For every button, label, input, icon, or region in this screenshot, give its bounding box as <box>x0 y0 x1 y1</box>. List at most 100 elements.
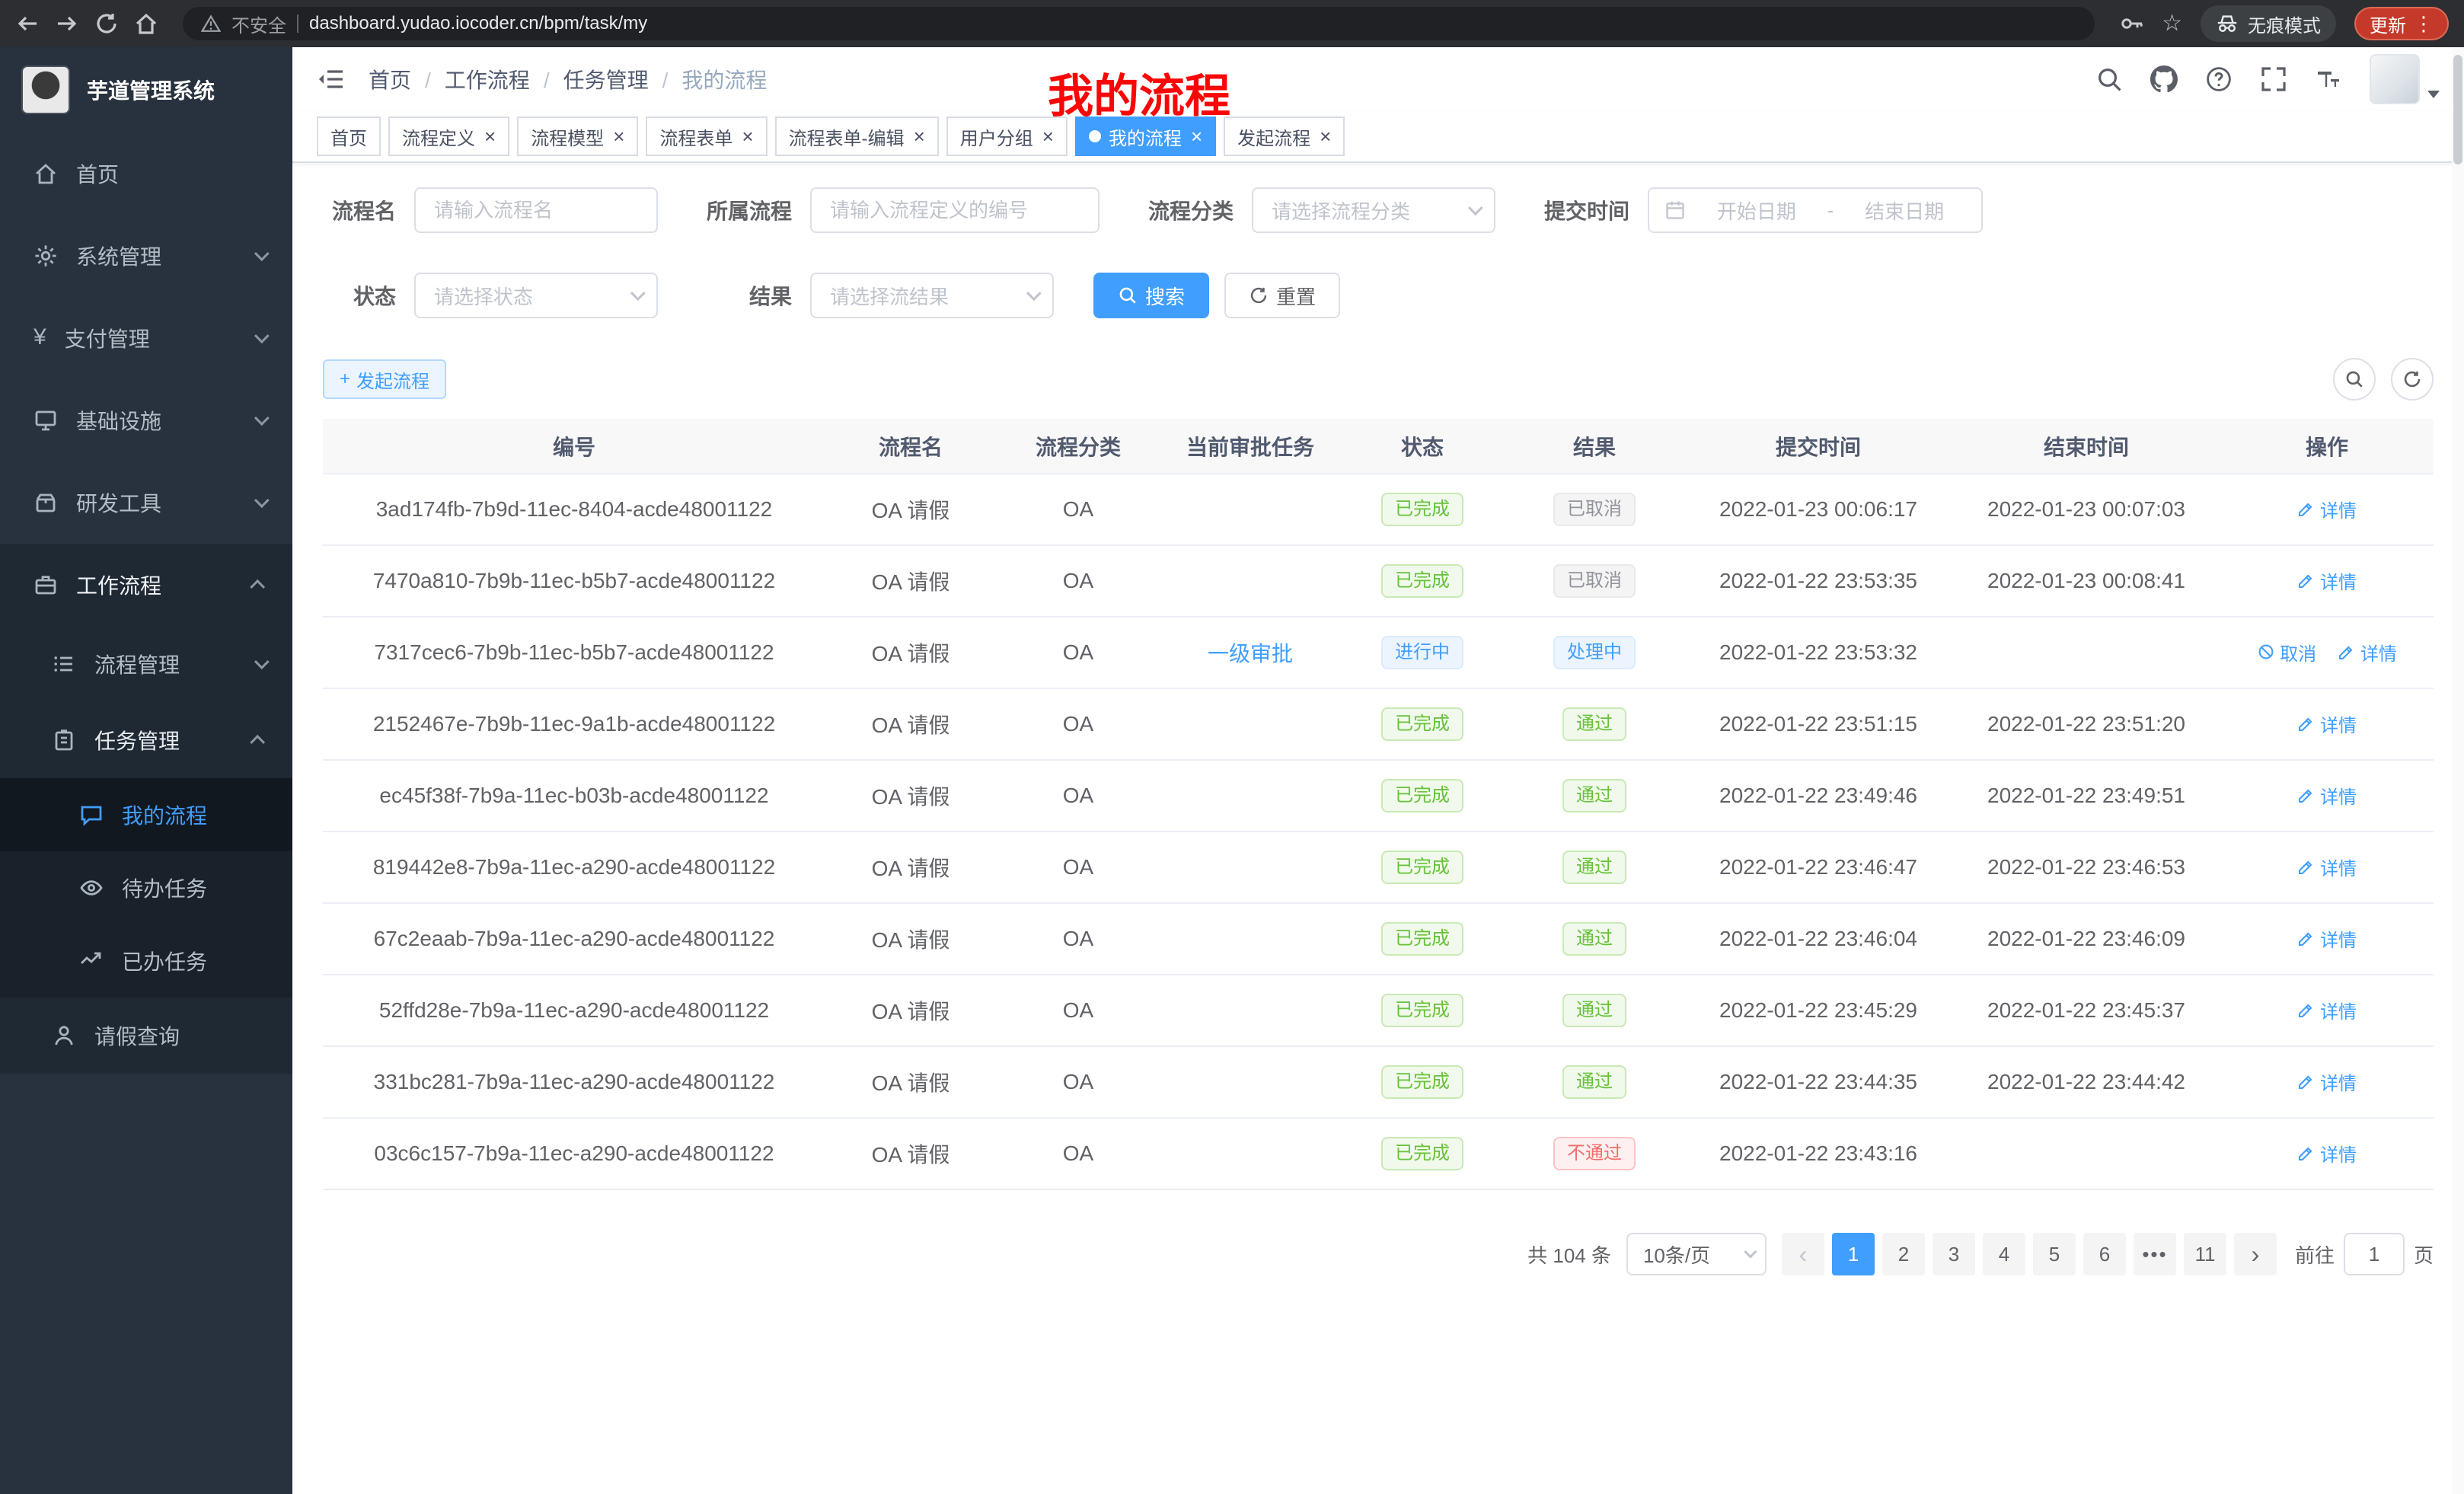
close-icon[interactable]: × <box>914 126 925 146</box>
reset-button[interactable]: 重置 <box>1224 273 1340 318</box>
cell-category: OA <box>996 617 1160 688</box>
scrollbar-track[interactable] <box>2452 47 2464 1494</box>
next-page-button[interactable]: › <box>2234 1233 2277 1275</box>
page-button-2[interactable]: 2 <box>1882 1233 1925 1275</box>
page-button-3[interactable]: 3 <box>1933 1233 1975 1275</box>
font-size-icon[interactable] <box>2315 65 2342 93</box>
url-text[interactable]: dashboard.yudao.iocoder.cn/bpm/task/my <box>309 13 647 34</box>
sidebar-item-system[interactable]: 系统管理 <box>0 215 292 297</box>
detail-link[interactable]: 详情 <box>2338 639 2397 666</box>
user-menu[interactable] <box>2370 54 2440 104</box>
end-date-placeholder[interactable]: 结束日期 <box>1843 196 1966 225</box>
more-pages-icon[interactable]: ••• <box>2134 1233 2176 1275</box>
sidebar-item-my-process[interactable]: 我的流程 <box>0 778 292 851</box>
sidebar-item-infrastructure[interactable]: 基础设施 <box>0 379 292 461</box>
detail-link[interactable]: 详情 <box>2297 925 2357 952</box>
browser-menu-icon[interactable]: ⋮ <box>2414 14 2434 34</box>
close-icon[interactable]: × <box>613 126 624 146</box>
page-button-5[interactable]: 5 <box>2033 1233 2076 1275</box>
browser-forward-icon[interactable] <box>55 11 79 36</box>
breadcrumb-home[interactable]: 首页 <box>369 64 445 94</box>
tab-process-definition[interactable]: 流程定义 × <box>388 117 509 156</box>
detail-link[interactable]: 详情 <box>2297 1068 2357 1095</box>
bookmark-star-icon[interactable]: ☆ <box>2162 12 2182 35</box>
tab-home[interactable]: 首页 <box>317 117 381 156</box>
cell-end-time: 2022-01-22 23:51:20 <box>1952 688 2220 760</box>
browser-home-icon[interactable] <box>134 11 158 36</box>
toolbox-icon <box>34 490 58 515</box>
process-name-input[interactable] <box>414 187 658 233</box>
tab-initiate-process[interactable]: 发起流程 × <box>1224 117 1345 156</box>
browser-back-icon[interactable] <box>15 11 40 36</box>
detail-link[interactable]: 详情 <box>2297 854 2357 880</box>
close-icon[interactable]: × <box>484 126 496 146</box>
page-size-value: 10条/页 <box>1643 1240 1710 1269</box>
avatar[interactable] <box>2370 54 2420 104</box>
start-date-placeholder[interactable]: 开始日期 <box>1695 196 1818 225</box>
sidebar-item-payment[interactable]: ¥ 支付管理 <box>0 297 292 379</box>
screen: 不安全 dashboard.yudao.iocoder.cn/bpm/task/… <box>0 0 2464 1494</box>
help-icon[interactable] <box>2205 65 2233 93</box>
page-button-1[interactable]: 1 <box>1832 1233 1875 1275</box>
page-size-select[interactable]: 10条/页 <box>1626 1233 1767 1275</box>
scrollbar-thumb[interactable] <box>2453 55 2462 164</box>
close-icon[interactable]: × <box>742 126 753 146</box>
security-label[interactable]: 不安全 <box>231 11 286 37</box>
close-icon[interactable]: × <box>1320 126 1331 146</box>
close-icon[interactable]: × <box>1042 126 1054 146</box>
result-select[interactable]: 请选择流结果 <box>810 273 1054 318</box>
show-search-button[interactable] <box>2333 358 2376 401</box>
detail-link[interactable]: 详情 <box>2297 997 2357 1023</box>
password-key-icon[interactable] <box>2119 11 2143 36</box>
address-bar[interactable]: 不安全 dashboard.yudao.iocoder.cn/bpm/task/… <box>183 7 2095 40</box>
sidebar-item-home[interactable]: 首页 <box>0 132 292 215</box>
browser-update-button[interactable]: 更新 ⋮ <box>2354 7 2449 40</box>
detail-link[interactable]: 详情 <box>2297 710 2357 737</box>
process-table: 编号 流程名 流程分类 当前审批任务 状态 结果 提交时间 结束时间 操作 <box>323 419 2434 1190</box>
sidebar-item-done-tasks[interactable]: 已办任务 <box>0 924 292 998</box>
detail-link[interactable]: 详情 <box>2297 496 2357 522</box>
detail-link[interactable]: 详情 <box>2297 782 2357 809</box>
process-category-select[interactable]: 请选择流程分类 <box>1252 187 1495 233</box>
sidebar-item-todo-tasks[interactable]: 待办任务 <box>0 851 292 924</box>
detail-link[interactable]: 详情 <box>2297 567 2357 594</box>
initiate-process-button[interactable]: + 发起流程 <box>323 359 446 399</box>
cell-name: OA 请假 <box>825 1118 996 1189</box>
github-icon[interactable] <box>2150 65 2178 93</box>
sidebar-item-workflow[interactable]: 工作流程 <box>0 544 292 626</box>
cancel-link[interactable]: 取消 <box>2257 639 2316 666</box>
page-button-6[interactable]: 6 <box>2083 1233 2126 1275</box>
status-select[interactable]: 请选择状态 <box>414 273 658 318</box>
process-definition-input[interactable] <box>810 187 1100 233</box>
sidebar-item-label: 流程管理 <box>94 649 236 679</box>
close-icon[interactable]: × <box>1191 126 1202 146</box>
sidebar-item-leave-query[interactable]: 请假查询 <box>0 998 292 1074</box>
app-logo-row[interactable]: 芋道管理系统 <box>0 47 292 132</box>
detail-link[interactable]: 详情 <box>2297 1140 2357 1167</box>
breadcrumb-task-management[interactable]: 任务管理 <box>563 64 682 94</box>
tab-process-form[interactable]: 流程表单 × <box>646 117 767 156</box>
search-icon[interactable] <box>2095 65 2123 93</box>
result-label: 结果 <box>697 280 792 311</box>
tab-process-form-edit[interactable]: 流程表单-编辑 × <box>775 117 939 156</box>
tab-process-model[interactable]: 流程模型 × <box>517 117 638 156</box>
sidebar-item-devtools[interactable]: 研发工具 <box>0 461 292 544</box>
sidebar-item-label: 系统管理 <box>76 241 236 271</box>
breadcrumb-workflow[interactable]: 工作流程 <box>445 64 563 94</box>
page-button-11[interactable]: 11 <box>2184 1233 2226 1275</box>
goto-page-input[interactable] <box>2344 1233 2405 1275</box>
search-button[interactable]: 搜索 <box>1093 273 1209 318</box>
browser-reload-icon[interactable] <box>94 11 119 36</box>
refresh-table-button[interactable] <box>2391 358 2434 401</box>
page-button-4[interactable]: 4 <box>1983 1233 2025 1275</box>
date-range-picker[interactable]: 开始日期 - 结束日期 <box>1648 187 1983 233</box>
prev-page-button[interactable]: ‹ <box>1782 1233 1824 1275</box>
select-placeholder: 请选择流结果 <box>830 282 949 310</box>
sidebar-item-process-management[interactable]: 流程管理 <box>0 626 292 702</box>
fullscreen-icon[interactable] <box>2260 65 2287 93</box>
process-category-label: 流程分类 <box>1139 195 1234 225</box>
current-task-link[interactable]: 一级审批 <box>1208 642 1293 666</box>
sidebar-item-task-management[interactable]: 任务管理 <box>0 702 292 778</box>
person-icon <box>52 1023 76 1048</box>
hamburger-icon[interactable] <box>317 65 344 93</box>
